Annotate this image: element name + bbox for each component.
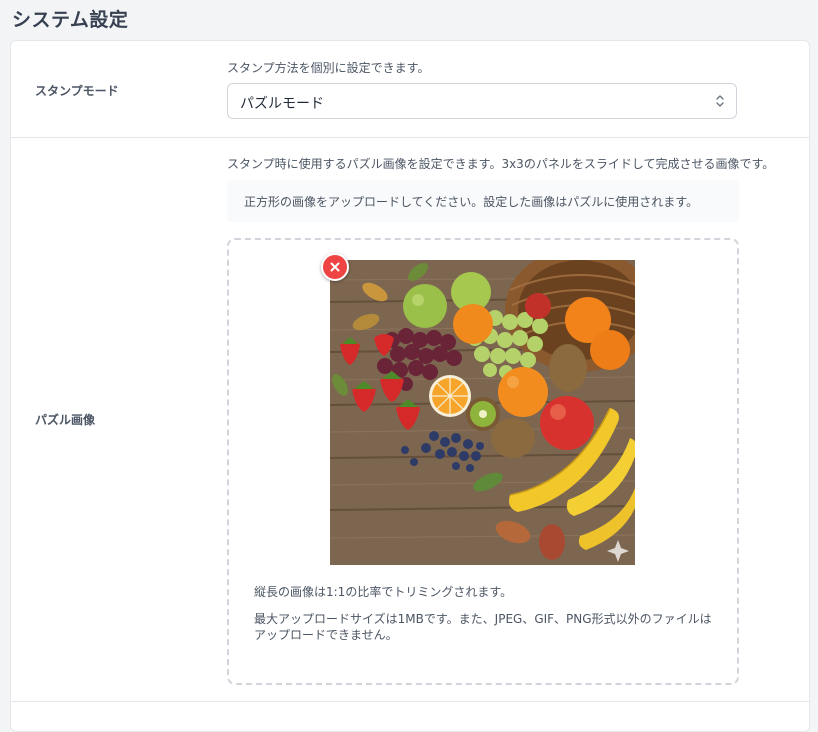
remove-image-button[interactable] (321, 253, 349, 281)
page-title: システム設定 (12, 9, 129, 31)
stamp-mode-label: スタンプモード (35, 84, 119, 98)
trim-note: 縦長の画像は1:1の比率でトリミングされます。 (254, 585, 513, 599)
puzzle-image-label: パズル画像 (35, 413, 96, 427)
size-note-line2: アップロードできません。 (254, 628, 398, 642)
stamp-mode-select[interactable]: パズルモード (227, 83, 737, 119)
size-note-line1: 最大アップロードサイズは1MBです。また、JPEG、GIF、PNG形式以外のファ… (254, 612, 712, 626)
row-divider-bottom (11, 701, 809, 702)
close-icon (330, 262, 340, 272)
puzzle-image-preview (330, 260, 635, 565)
upload-notice: 正方形の画像をアップロードしてください。設定した画像はパズルに使用されます。 (227, 180, 739, 222)
upload-notice-text: 正方形の画像をアップロードしてください。設定した画像はパズルに使用されます。 (244, 195, 699, 209)
row-divider (11, 137, 809, 138)
puzzle-image-description: スタンプ時に使用するパズル画像を設定できます。3x3のパネルをスライドして完成さ… (227, 157, 775, 171)
stamp-mode-description: スタンプ方法を個別に設定できます。 (227, 61, 430, 75)
stamp-mode-selected-value: パズルモード (240, 96, 324, 112)
image-dropzone[interactable]: 縦長の画像は1:1の比率でトリミングされます。 最大アップロードサイズは1MBで… (227, 238, 739, 685)
chevron-up-down-icon (714, 93, 726, 109)
settings-card: スタンプモード スタンプ方法を個別に設定できます。 パズルモード パズル画像 ス… (10, 40, 810, 732)
